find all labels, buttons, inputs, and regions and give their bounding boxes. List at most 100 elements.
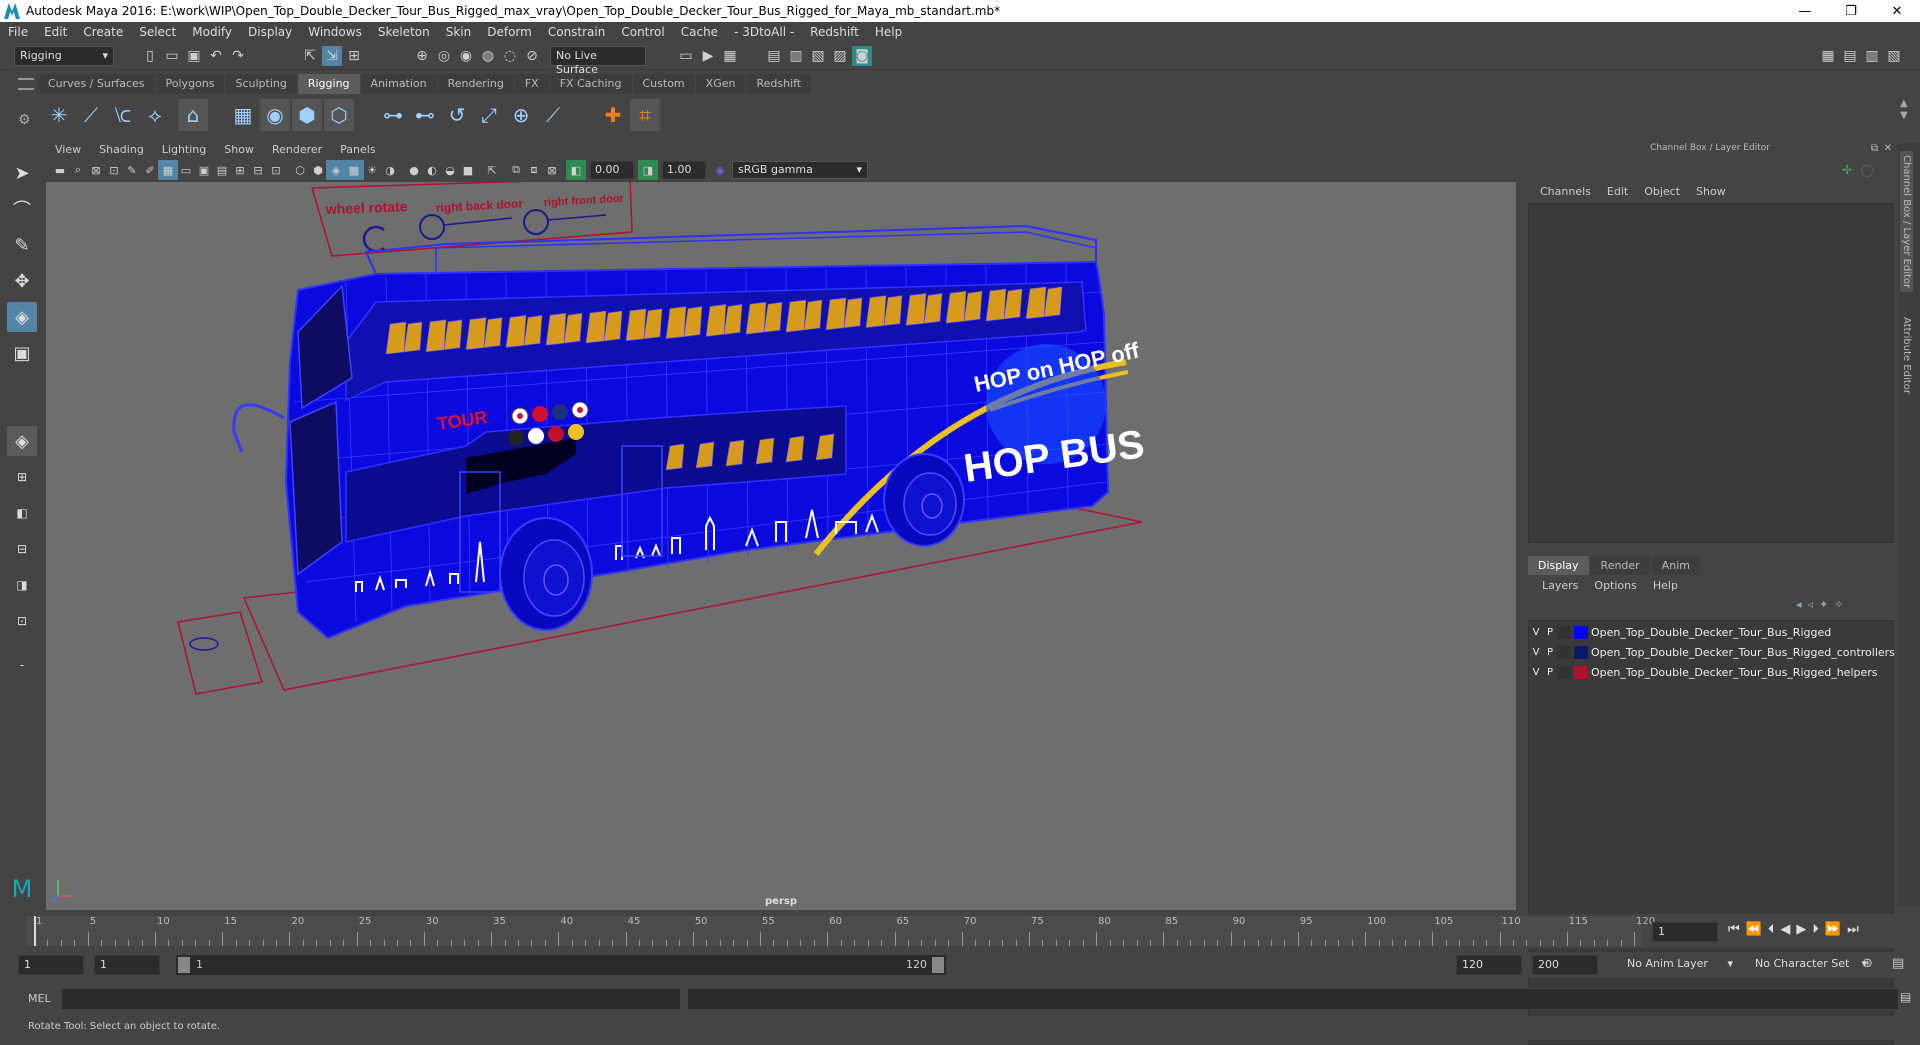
four-view-layout-icon[interactable]: ⊞ <box>7 462 37 492</box>
insert-joint-icon[interactable]: ⟋ <box>76 99 106 131</box>
ipr-render-icon[interactable]: ▧ <box>808 46 828 66</box>
menu-cache[interactable]: Cache <box>673 25 726 39</box>
shelf-tab-rendering[interactable]: Rendering <box>437 74 514 94</box>
redo-icon[interactable]: ↷ <box>228 46 248 66</box>
shelf-tab-custom[interactable]: Custom <box>632 74 695 94</box>
render-current-icon[interactable]: ▥ <box>786 46 806 66</box>
step-back-frame-icon[interactable]: ⏴ <box>1768 922 1775 937</box>
ambient-occlusion-icon[interactable]: ● <box>404 160 424 180</box>
xray-components-icon[interactable]: ⊠ <box>542 160 562 180</box>
layer-playback-toggle[interactable]: P <box>1543 627 1557 638</box>
playback-start-field[interactable]: 1 <box>94 955 160 975</box>
render-view-icon[interactable]: ▤ <box>764 46 784 66</box>
select-object-icon[interactable]: ⇲ <box>322 46 342 66</box>
textured-icon[interactable]: ▩ <box>344 160 364 180</box>
menu-modify[interactable]: Modify <box>184 25 240 39</box>
current-frame-field[interactable]: 1 <box>1652 922 1718 942</box>
range-slider-right-handle[interactable] <box>932 957 944 973</box>
shelf-menu-icon[interactable] <box>18 78 34 90</box>
ik-spline-icon[interactable]: ⟡ <box>140 99 170 131</box>
cluster-icon[interactable]: ⬡ <box>324 99 354 131</box>
ik-handle-icon[interactable]: ⟈ <box>108 99 138 131</box>
shelf-scroll-icon[interactable]: ▲ ▼ <box>1900 98 1908 122</box>
lattice-icon[interactable]: ⬢ <box>292 99 322 131</box>
mel-command-input[interactable] <box>62 989 680 1009</box>
tool-settings-toggle-icon[interactable]: ▥ <box>1862 46 1882 66</box>
panel-menu-view[interactable]: View <box>46 143 90 159</box>
layer-playback-toggle[interactable]: P <box>1543 647 1557 658</box>
layer-playback-toggle[interactable]: P <box>1543 667 1557 678</box>
channel-box-menu-object[interactable]: Object <box>1636 185 1688 198</box>
animation-start-field[interactable]: 1 <box>18 955 84 975</box>
resolution-gate-icon[interactable]: ▣ <box>194 160 214 180</box>
float-panel-icon[interactable]: ⧉ <box>1871 143 1878 154</box>
select-component-icon[interactable]: ⊞ <box>344 46 364 66</box>
menu-display[interactable]: Display <box>240 25 300 39</box>
scale-constraint-icon[interactable]: ⤢ <box>474 99 504 131</box>
restore-button[interactable]: ❐ <box>1828 0 1874 22</box>
aim-constraint-icon[interactable]: ⊕ <box>506 99 536 131</box>
layer-display-type-toggle[interactable] <box>1557 626 1571 639</box>
side-by-side-layout-icon[interactable]: ◧ <box>7 498 37 528</box>
minimize-button[interactable]: — <box>1782 0 1828 22</box>
attribute-editor-side-tab[interactable]: Attribute Editor <box>1900 313 1913 398</box>
motion-blur-icon[interactable]: ◐ <box>422 160 442 180</box>
scale-tool-icon[interactable]: ▣ <box>7 338 37 368</box>
channel-box-toggle-icon[interactable]: ▧ <box>1884 46 1904 66</box>
layer-tab-render[interactable]: Render <box>1590 556 1650 575</box>
layer-visibility-toggle[interactable]: V <box>1529 667 1543 678</box>
layer-tab-display[interactable]: Display <box>1528 556 1589 575</box>
menu-create[interactable]: Create <box>75 25 131 39</box>
snap-view-icon[interactable]: ◍ <box>478 46 498 66</box>
shelf-tab-sculpting[interactable]: Sculpting <box>225 74 297 94</box>
bookmarks-icon[interactable]: ⊠ <box>86 160 106 180</box>
gamma-icon[interactable]: ◨ <box>638 160 658 180</box>
animation-preferences-icon[interactable]: ▤ <box>1892 956 1904 971</box>
camera-attributes-icon[interactable]: ⌕ <box>68 160 88 180</box>
lasso-tool-icon[interactable]: ⌒ <box>7 194 37 224</box>
menu-file[interactable]: File <box>0 25 36 39</box>
point-constraint-icon[interactable]: ⊷ <box>410 99 440 131</box>
new-empty-layer-icon[interactable]: ✦ <box>1819 598 1828 611</box>
open-scene-icon[interactable]: ▭ <box>162 46 182 66</box>
gate-mask-icon[interactable]: ▤ <box>212 160 232 180</box>
layer-menu-help[interactable]: Help <box>1645 579 1686 592</box>
layer-menu-options[interactable]: Options <box>1586 579 1644 592</box>
locator-icon[interactable]: ✚ <box>598 99 628 131</box>
undo-icon[interactable]: ↶ <box>206 46 226 66</box>
exposure-icon[interactable]: ◧ <box>566 160 586 180</box>
rotate-tool-icon[interactable]: ◈ <box>7 302 37 332</box>
wireframe-icon[interactable]: ⬡ <box>290 160 310 180</box>
bind-skin-icon[interactable]: ▦ <box>228 99 258 131</box>
quick-rig-icon[interactable]: ⌂ <box>178 99 208 131</box>
character-set-dropdown[interactable]: No Character Set ▾ <box>1750 955 1872 975</box>
channel-box-lock-icon[interactable]: ◯ <box>1861 163 1874 177</box>
depth-of-field-icon[interactable]: ■ <box>458 160 478 180</box>
anti-aliasing-icon[interactable]: ◒ <box>440 160 460 180</box>
current-time-marker[interactable] <box>34 916 36 946</box>
exposure-field[interactable]: 0.00 <box>590 161 634 179</box>
wireframe-on-shaded-icon[interactable]: ◈ <box>326 160 346 180</box>
channel-box-area[interactable] <box>1528 203 1894 543</box>
shelf-tab-fx[interactable]: FX <box>514 74 549 94</box>
outliner-persp-layout-icon[interactable]: ⊡ <box>7 606 37 636</box>
menu-skin[interactable]: Skin <box>438 25 480 39</box>
layer-row[interactable]: V P Open_Top_Double_Decker_Tour_Bus_Rigged… <box>1529 663 1895 682</box>
shelf-tab-animation[interactable]: Animation <box>360 74 437 94</box>
field-chart-icon[interactable]: ⊞ <box>230 160 250 180</box>
mel-label[interactable]: MEL <box>28 992 51 1005</box>
new-layer-selected-icon[interactable]: ✧ <box>1834 598 1843 611</box>
play-forwards-icon[interactable]: ▶ <box>1796 922 1806 937</box>
menu-windows[interactable]: Windows <box>300 25 370 39</box>
paint-skin-weights-icon[interactable]: ◉ <box>260 99 290 131</box>
layer-display-type-toggle[interactable] <box>1557 666 1571 679</box>
menu-help[interactable]: Help <box>867 25 910 39</box>
layer-tab-anim[interactable]: Anim <box>1651 556 1700 575</box>
select-tool-icon[interactable]: ➤ <box>7 158 37 188</box>
output-ops-icon[interactable]: ▶ <box>698 46 718 66</box>
layer-visibility-toggle[interactable]: V <box>1529 647 1543 658</box>
two-d-pan-zoom-icon[interactable]: ✎ <box>122 160 142 180</box>
panel-menu-show[interactable]: Show <box>215 143 263 159</box>
grease-pencil-icon[interactable]: ✐ <box>140 160 160 180</box>
animation-end-field[interactable]: 200 <box>1532 955 1598 975</box>
